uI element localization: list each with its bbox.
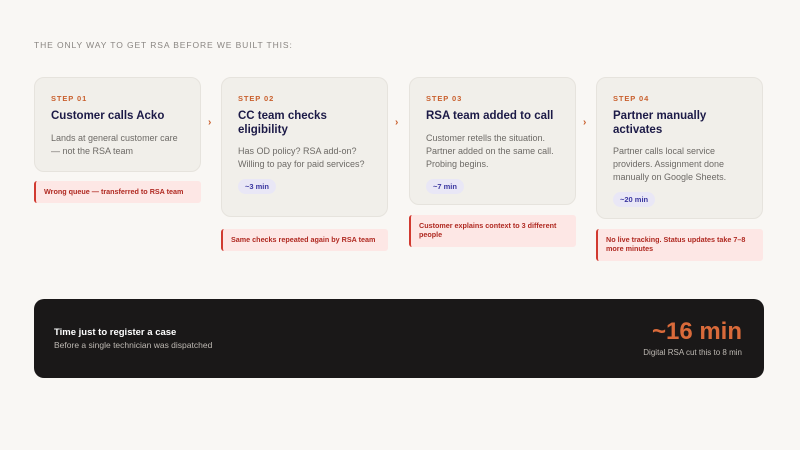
summary-title: Time just to register a case: [54, 327, 177, 338]
step-title: CC team checks eligibility: [238, 110, 327, 136]
page-eyebrow: THE ONLY WAY TO GET RSA BEFORE WE BUILT …: [34, 40, 293, 50]
duration-badge: ~3 min: [238, 179, 276, 195]
chevron-right-icon: ›: [583, 117, 587, 128]
step-card-3: STEP 03 RSA team added to call Customer …: [409, 77, 576, 205]
pain-point-1: Wrong queue — transferred to RSA team: [34, 181, 201, 204]
step-number: STEP 01: [51, 94, 88, 103]
summary-panel: Time just to register a case Before a si…: [34, 299, 764, 378]
step-number: STEP 03: [426, 94, 463, 103]
summary-subtitle: Before a single technician was dispatche…: [54, 340, 213, 350]
step-description: Customer retells the situation. Partner …: [426, 132, 554, 169]
duration-badge: ~7 min: [426, 178, 464, 194]
step-number: STEP 02: [238, 94, 275, 103]
chevron-right-icon: ›: [395, 117, 399, 128]
process-steps: STEP 01 Customer calls Acko Lands at gen…: [34, 77, 764, 267]
step-description: Partner calls local service providers. A…: [613, 146, 727, 183]
step-title: Partner manually activates: [613, 110, 707, 136]
pain-point-3: Customer explains context to 3 different…: [409, 215, 576, 247]
chevron-right-icon: ›: [208, 117, 212, 128]
step-description: Has OD policy? RSA add-on? Willing to pa…: [238, 146, 365, 170]
pain-point-2: Same checks repeated again by RSA team: [221, 229, 388, 252]
step-card-4: STEP 04 Partner manually activates Partn…: [596, 77, 763, 219]
step-column-4: STEP 04 Partner manually activates Partn…: [596, 77, 763, 261]
step-title: Customer calls Acko: [51, 110, 165, 122]
summary-note: Digital RSA cut this to 8 min: [643, 348, 742, 357]
step-number: STEP 04: [613, 94, 650, 103]
summary-value: ~16 min: [651, 318, 742, 345]
duration-badge: ~20 min: [613, 192, 656, 208]
step-description: Lands at general customer care — not the…: [51, 132, 178, 156]
step-column-1: STEP 01 Customer calls Acko Lands at gen…: [34, 77, 201, 204]
pain-point-4: No live tracking. Status updates take 7–…: [596, 229, 763, 261]
step-column-3: STEP 03 RSA team added to call Customer …: [409, 77, 576, 247]
step-card-1: STEP 01 Customer calls Acko Lands at gen…: [34, 77, 201, 172]
step-column-2: STEP 02 CC team checks eligibility Has O…: [221, 77, 388, 252]
step-title: RSA team added to call: [426, 110, 554, 122]
step-card-2: STEP 02 CC team checks eligibility Has O…: [221, 77, 388, 217]
